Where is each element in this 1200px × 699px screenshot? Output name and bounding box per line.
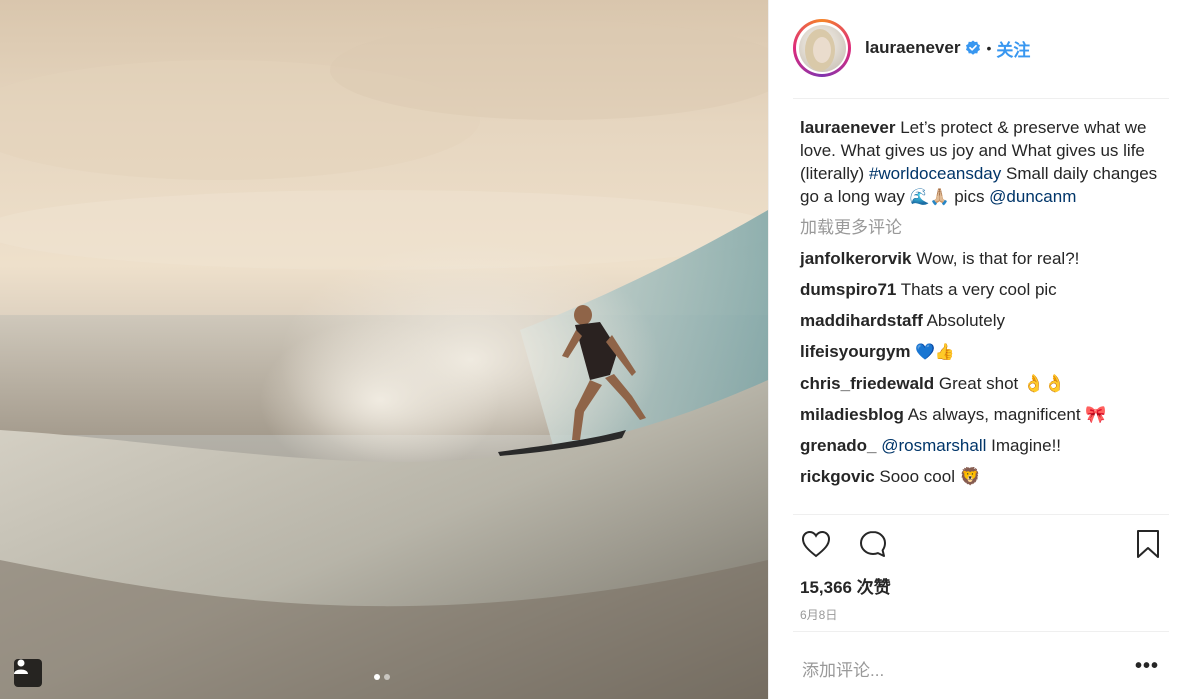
comment-item: rickgovic Sooo cool 🦁 (800, 467, 1160, 487)
user-tag-icon (14, 659, 28, 674)
comment-text: Great shot 👌👌 (934, 374, 1066, 393)
bookmark-icon (1137, 530, 1159, 558)
post-date[interactable]: 6月8日 (800, 606, 837, 623)
comment-icon (860, 531, 886, 557)
add-comment-input[interactable]: 添加评论... (802, 656, 884, 681)
post-sidebar: laurae­never • 关注 laurae­never Let’s pro… (769, 0, 1200, 699)
caption-text: pics (949, 187, 990, 206)
like-button[interactable] (800, 528, 832, 560)
comment-text: Imagine!! (986, 436, 1062, 455)
comment-item: grenado_ @rosmarshall Imagine!! (800, 436, 1160, 456)
comment-text: Thats a very cool pic (896, 280, 1057, 299)
post-caption: laurae­never Let’s protect & preserve wh… (800, 116, 1160, 209)
comment-text: Wow, is that for real?! (911, 249, 1080, 268)
avatar-image (798, 24, 846, 72)
comment-item: miladiesblog As always, magnificent 🎀 (800, 405, 1160, 425)
load-more-comments-button[interactable]: 加载更多评论 (800, 218, 1160, 238)
caption-emojis: 🌊🙏🏼 (909, 189, 950, 206)
comment-username[interactable]: janfolkerorvik (800, 249, 912, 268)
caption-hashtag-link[interactable]: #worldoceansday (869, 164, 1001, 183)
comment-item: dumspiro71 Thats a very cool pic (800, 280, 1160, 300)
caption-username[interactable]: laurae­never (800, 118, 895, 137)
comment-username[interactable]: grenado_ (800, 436, 877, 455)
follow-button[interactable]: 关注 (996, 36, 1030, 61)
likes-count[interactable]: 15,366 次赞 (800, 573, 891, 598)
carousel-indicator (374, 674, 390, 680)
comment-mention-link[interactable]: @rosmarshall (877, 436, 986, 455)
post-header: laurae­never • 关注 (793, 16, 1030, 80)
comment-text: As always, magnificent 🎀 (903, 405, 1107, 424)
comment-text: Absolutely (922, 311, 1006, 330)
comment-button[interactable] (857, 528, 889, 560)
save-button[interactable] (1132, 528, 1164, 560)
comment-item: maddihardstaff Absolutely (800, 311, 1160, 331)
more-options-button[interactable]: ••• (1135, 656, 1159, 676)
comment-username[interactable]: rickgovic (800, 467, 875, 486)
comment-item: chris_friedewald Great shot 👌👌 (800, 374, 1160, 394)
comment-box-divider (793, 631, 1169, 632)
user-tag-button[interactable] (14, 659, 42, 687)
comment-username[interactable]: miladiesblog (800, 405, 904, 424)
post-actions (800, 528, 1162, 560)
avatar[interactable] (793, 19, 851, 77)
comment-text: Sooo cool 🦁 (874, 467, 981, 486)
verified-badge-icon (966, 40, 981, 55)
header-separator-dot: • (986, 40, 992, 56)
post-photo[interactable] (0, 0, 768, 699)
caption-mention-link[interactable]: @duncanm (989, 187, 1076, 206)
surf-photo-illustration (0, 20, 768, 699)
post-author-username[interactable]: laurae­never (865, 38, 960, 58)
comment-username[interactable]: chris_friedewald (800, 374, 934, 393)
comment-text: 💙👍 (910, 344, 955, 361)
comment-item: janfolkerorvik Wow, is that for real?! (800, 249, 1160, 269)
heart-icon (801, 530, 831, 558)
comment-item: lifeisyourgym 💙👍 (800, 342, 1160, 363)
carousel-dot-2[interactable] (384, 674, 390, 680)
comment-username[interactable]: maddihardstaff (800, 311, 923, 330)
comment-username[interactable]: dumspiro71 (800, 280, 896, 299)
comment-username[interactable]: lifeisyourgym (800, 342, 911, 361)
carousel-dot-1[interactable] (374, 674, 380, 680)
header-divider (793, 98, 1169, 99)
actions-divider (793, 514, 1169, 515)
comments-list: laurae­never Let’s protect & preserve wh… (800, 116, 1160, 487)
